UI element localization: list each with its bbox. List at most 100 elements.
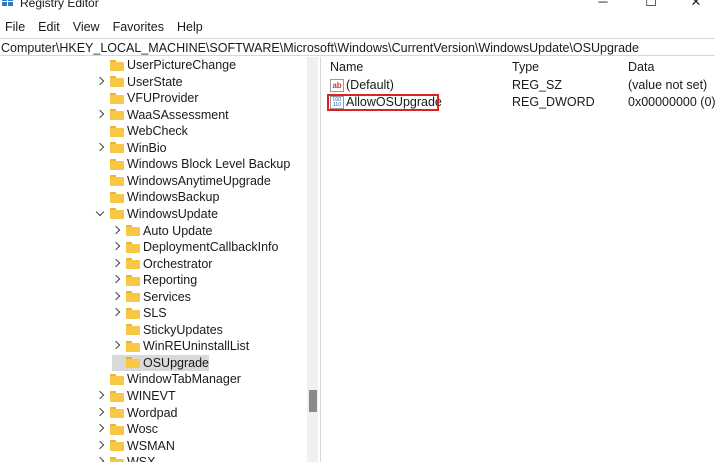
tree-item[interactable]: Orchestrator (112, 256, 212, 272)
tree-item[interactable]: WindowsUpdate (96, 206, 218, 222)
tree-item-label: WinBio (127, 140, 167, 155)
chevron-right-icon[interactable] (112, 223, 122, 239)
tree-item-label: Services (143, 289, 191, 304)
menu-favorites[interactable]: Favorites (113, 17, 164, 37)
highlight-box (327, 94, 439, 111)
tree-item[interactable]: WindowsAnytimeUpgrade (96, 173, 271, 189)
address-bar[interactable]: Computer\HKEY_LOCAL_MACHINE\SOFTWARE\Mic… (0, 38, 715, 56)
column-header-type[interactable]: Type (512, 59, 539, 75)
tree-item[interactable]: Services (112, 289, 191, 305)
tree-item-label: WindowsUpdate (127, 206, 219, 221)
no-expander (96, 90, 106, 106)
folder-icon (110, 208, 124, 220)
menu-view[interactable]: View (73, 17, 100, 37)
no-expander (112, 355, 122, 371)
tree-item[interactable]: Reporting (112, 272, 197, 288)
chevron-right-icon[interactable] (112, 256, 122, 272)
folder-icon (110, 109, 124, 121)
window-title: Registry Editor (20, 0, 99, 10)
chevron-right-icon[interactable] (96, 107, 106, 123)
menu-help[interactable]: Help (177, 17, 203, 37)
tree-item-label: Orchestrator (143, 256, 213, 271)
tree-item[interactable]: SLS (112, 305, 167, 321)
tree-item-label: UserState (127, 74, 183, 89)
tree-item-label: WebCheck (127, 124, 188, 139)
tree-item-label: Reporting (143, 273, 198, 288)
tree-item[interactable]: UserState (96, 74, 183, 90)
menu-bar: File Edit View Favorites Help (0, 17, 715, 37)
menu-edit[interactable]: Edit (38, 17, 60, 37)
no-expander (96, 173, 106, 189)
folder-icon (110, 92, 124, 104)
tree-item[interactable]: Windows Block Level Backup (96, 156, 290, 172)
close-button[interactable]: ✕ (686, 0, 706, 10)
tree-item[interactable]: Wosc (96, 421, 158, 437)
column-header-data[interactable]: Data (628, 59, 654, 75)
folder-icon (126, 241, 140, 253)
tree-item[interactable]: Auto Update (112, 223, 213, 239)
tree-item[interactable]: StickyUpdates (112, 322, 223, 338)
tree-item[interactable]: VFUProvider (96, 90, 199, 106)
tree-item-label: WinREUninstallList (143, 339, 250, 354)
tree-scrollbar-thumb[interactable] (309, 390, 317, 412)
no-expander (96, 123, 106, 139)
tree-item[interactable]: WinREUninstallList (112, 338, 249, 354)
tree-item-label: WindowsAnytimeUpgrade (127, 173, 271, 188)
tree-item[interactable]: WSMAN (96, 438, 175, 454)
title-bar: Registry Editor ─ ☐ ✕ (0, 0, 715, 16)
chevron-right-icon[interactable] (96, 438, 106, 454)
chevron-right-icon[interactable] (112, 272, 122, 288)
chevron-right-icon[interactable] (112, 338, 122, 354)
chevron-right-icon[interactable] (96, 140, 106, 156)
folder-icon (126, 324, 140, 336)
folder-icon (126, 274, 140, 286)
tree-item-label: VFUProvider (127, 91, 199, 106)
tree-item[interactable]: WINEVT (96, 388, 176, 404)
tree-item[interactable]: WSX (96, 454, 155, 462)
tree-item-label: Wosc (127, 422, 159, 437)
no-expander (96, 371, 106, 387)
folder-icon (110, 175, 124, 187)
chevron-right-icon[interactable] (96, 454, 106, 462)
no-expander (96, 156, 106, 172)
value-data: (value not set) (628, 78, 708, 92)
menu-file[interactable]: File (5, 17, 25, 37)
folder-icon (110, 407, 124, 419)
tree-item[interactable]: DeploymentCallbackInfo (112, 239, 279, 255)
chevron-right-icon[interactable] (112, 239, 122, 255)
chevron-right-icon[interactable] (112, 305, 122, 321)
folder-icon (110, 125, 124, 137)
value-row-default[interactable]: ab (Default) REG_SZ (value not set) (321, 77, 715, 94)
tree-item[interactable]: WindowsBackup (96, 189, 219, 205)
tree-item[interactable]: WebCheck (96, 123, 188, 139)
chevron-down-icon[interactable] (96, 206, 106, 222)
tree-item[interactable]: UserPictureChange (96, 57, 236, 73)
tree-item[interactable]: WindowTabManager (96, 371, 241, 387)
tree-item[interactable]: WaaSAssessment (96, 107, 229, 123)
chevron-right-icon[interactable] (96, 421, 106, 437)
value-type: REG_SZ (512, 78, 563, 92)
folder-icon (126, 357, 140, 369)
tree-item-label: WindowsBackup (127, 190, 220, 205)
tree-item[interactable]: OSUpgrade (112, 354, 210, 371)
chevron-right-icon[interactable] (96, 74, 106, 90)
tree-item[interactable]: WinBio (96, 140, 167, 156)
folder-icon (110, 59, 124, 71)
maximize-button[interactable]: ☐ (641, 0, 661, 10)
minimize-button[interactable]: ─ (593, 0, 613, 10)
folder-icon (126, 307, 140, 319)
no-expander (112, 322, 122, 338)
registry-key-tree: UserPictureChange UserState VFUProvider Waa… (0, 57, 318, 462)
tree-item[interactable]: Wordpad (96, 405, 178, 421)
folder-icon (126, 225, 140, 236)
folder-icon (110, 158, 124, 170)
chevron-right-icon[interactable] (96, 405, 106, 421)
folder-icon (110, 142, 124, 154)
tree-item-label: StickyUpdates (143, 322, 223, 337)
chevron-right-icon[interactable] (96, 388, 106, 404)
folder-icon (110, 191, 124, 203)
folder-icon (110, 423, 124, 435)
tree-item-label: Auto Update (143, 223, 213, 238)
chevron-right-icon[interactable] (112, 289, 122, 305)
column-header-name[interactable]: Name (330, 59, 363, 75)
